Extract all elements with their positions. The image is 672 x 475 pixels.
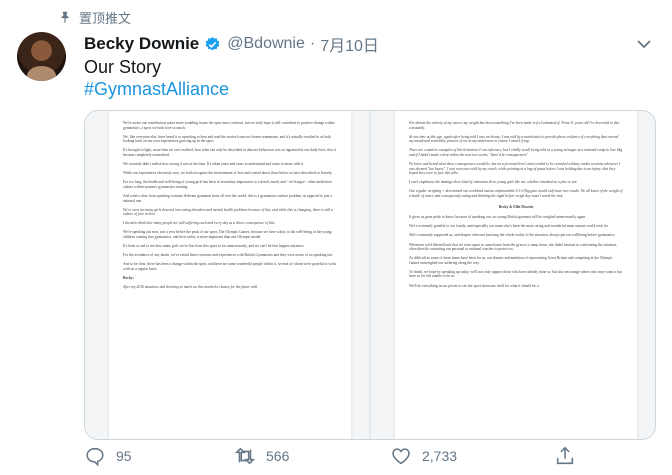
pinned-label: 置顶推文 (79, 10, 132, 26)
reply-icon (86, 447, 104, 467)
separator-dot: · (309, 35, 316, 52)
doc-paragraph: For the avoidance of any doubt, we've ra… (123, 253, 333, 258)
tweet-header: Becky Downie @Bdownie · 7月10日 (84, 33, 379, 55)
tweet-media[interactable]: We're aware our contribution raises more… (84, 110, 656, 440)
doc-paragraph: And what's clear from speaking to many d… (123, 193, 332, 203)
reply-count: 95 (116, 448, 132, 464)
like-count: 2,733 (422, 448, 458, 464)
doc-paragraph: We're speaking out now, just a year befo… (123, 230, 332, 239)
tweet-actions: 95 566 2,733 (84, 445, 656, 469)
doc-paragraph: We're extremely grateful to our family, … (409, 224, 609, 229)
doc-paragraph: We're aware our contribution raises more… (123, 121, 335, 130)
doc-paragraph: It gives us great pride to know, because… (409, 215, 587, 220)
share-button[interactable] (554, 445, 576, 467)
doc-paragraph: While our experiences obviously vary, we… (123, 171, 333, 176)
tweet-text: Our Story #GymnastAlliance (84, 56, 229, 100)
hashtag-link[interactable]: #GymnastAlliance (84, 78, 229, 100)
pin-icon (61, 11, 69, 23)
doc-paragraph: We certainly didn't realise how wrong it… (123, 162, 305, 167)
doc-paragraph: I can't emphasise the damage these kind … (409, 180, 578, 185)
author-handle[interactable]: @Bdownie (227, 35, 305, 53)
chevron-down-icon[interactable] (634, 37, 654, 51)
doc-paragraph: She's constantly supported us, and despi… (409, 233, 616, 238)
avatar[interactable] (17, 32, 66, 81)
document-page-left: We're aware our contribution raises more… (109, 111, 351, 439)
share-icon (556, 446, 574, 465)
like-button[interactable]: 2,733 (390, 445, 457, 467)
doc-paragraph: It's been so sad to see how many girls w… (123, 244, 305, 249)
doc-paragraph: Whenever we'd filtered back that we were… (409, 242, 618, 252)
doc-paragraph: It's brought to light, more than we ever… (123, 148, 336, 157)
tweet-line: Our Story (84, 57, 162, 77)
author-name[interactable]: Becky Downie (84, 34, 199, 54)
doc-paragraph: Our regular weighing + determined our wo… (409, 189, 623, 199)
doc-paragraph: To finish, we hope by speaking up today,… (409, 269, 622, 279)
doc-paragraph: At one time at this age, again after bei… (409, 134, 619, 144)
doc-paragraph: We'll do everything in our power to see … (409, 283, 540, 288)
doc-paragraph: For too long, the health and well-being … (123, 180, 333, 189)
doc-paragraph: And to be clear, there has been a change… (123, 262, 336, 271)
heart-icon (392, 448, 410, 465)
pinned-tweet-indicator: 置顶推文 (58, 7, 131, 27)
doc-paragraph: There are countless examples of this beh… (409, 148, 623, 157)
doc-paragraph: As difficult as some of these times have… (409, 256, 613, 265)
doc-heading: Becky: (123, 275, 134, 280)
doc-paragraph: We knew and heard what these consequence… (409, 162, 621, 176)
media-image-left[interactable]: We're aware our contribution raises more… (85, 111, 369, 439)
doc-paragraph: I dread to think how many people are sti… (123, 221, 276, 226)
media-image-right[interactable]: For almost the entirety of my career, my… (371, 111, 655, 439)
tweet-date[interactable]: 7月10日 (320, 32, 379, 56)
retweet-icon (234, 447, 256, 465)
reply-button[interactable]: 95 (84, 445, 132, 467)
doc-paragraph: We, like everyone else, have heard it so… (123, 134, 331, 144)
doc-paragraph: For almost the entirety of my career, my… (409, 121, 620, 130)
retweet-count: 566 (266, 448, 290, 464)
verified-badge-icon (205, 36, 220, 50)
doc-paragraph: We've seen too many girls descend into e… (123, 207, 333, 217)
document-page-right: For almost the entirety of my career, my… (395, 111, 637, 439)
doc-heading: Becky & Ellie Downie (498, 204, 534, 209)
retweet-button[interactable]: 566 (234, 445, 289, 467)
doc-paragraph: After my 2016 situation, and devoting so… (123, 285, 258, 290)
